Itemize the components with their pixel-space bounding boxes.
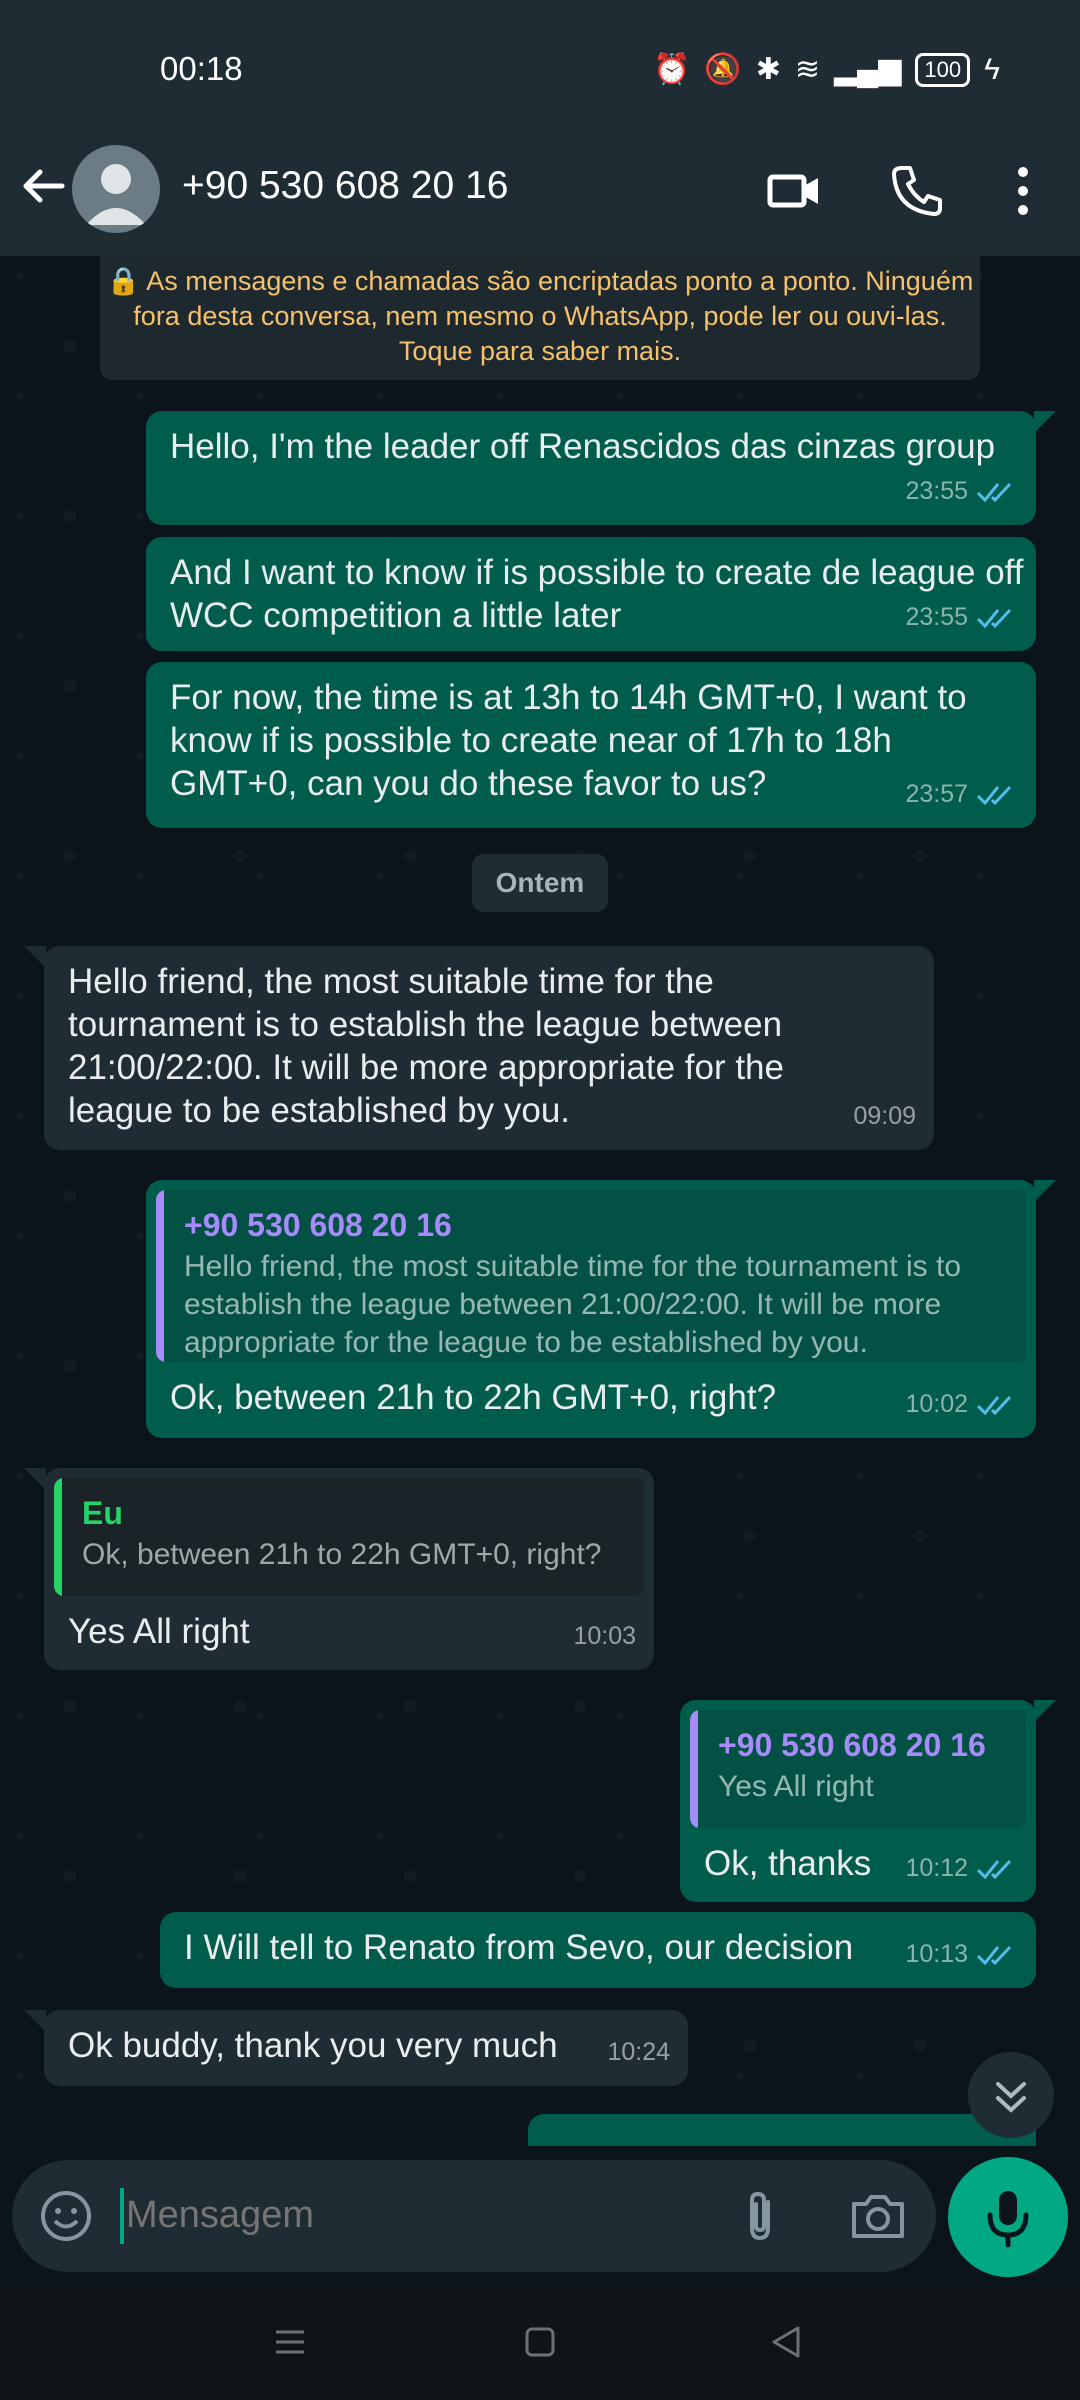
message-meta: 10:03 (573, 1615, 636, 1658)
mute-icon: 🔕 (704, 53, 742, 86)
message-time: 10:24 (607, 2038, 670, 2066)
encryption-notice[interactable]: 🔒 As mensagens e chamadas são encriptada… (100, 256, 980, 380)
default-avatar-icon (86, 164, 146, 225)
contact-name[interactable]: +90 530 608 20 16 (182, 164, 508, 208)
message-time: 10:12 (905, 1854, 968, 1882)
message-text: Ok, between 21h to 22h GMT+0, right? (170, 1378, 777, 1417)
read-ticks-icon (976, 1395, 1012, 1415)
bluetooth-icon: ✱ (755, 53, 781, 86)
message-time: 23:55 (905, 477, 968, 505)
read-ticks-icon (976, 482, 1012, 502)
message-time: 10:02 (905, 1390, 968, 1418)
more-options-icon[interactable] (994, 162, 1052, 220)
incoming-message[interactable]: Ok buddy, thank you very much 10:24 (24, 2010, 688, 2086)
chat-area[interactable]: 🔒 As mensagens e chamadas são encriptada… (0, 256, 1080, 2146)
outgoing-message[interactable]: For now, the time is at 13h to 14h GMT+0… (146, 662, 1036, 828)
read-ticks-icon (976, 785, 1012, 805)
message-input[interactable] (124, 2184, 688, 2246)
quote-bar (690, 1710, 698, 1828)
video-call-icon[interactable] (766, 162, 824, 220)
quote-text: Yes All right (718, 1770, 874, 1803)
system-nav-bar (0, 2288, 1080, 2400)
message-text: Yes All right (68, 1612, 250, 1651)
quote-bar (54, 1478, 62, 1596)
message-composer (12, 2160, 936, 2272)
message-text: Hello, I'm the leader off Renascidos das… (170, 427, 996, 466)
message-meta: 10:02 (905, 1383, 1018, 1426)
mic-icon (987, 2191, 1029, 2248)
message-meta: 10:13 (905, 1933, 1018, 1976)
message-meta: 10:24 (607, 2031, 670, 2074)
outgoing-reply-message[interactable]: +90 530 608 20 16 Hello friend, the most… (146, 1180, 1056, 1438)
avatar[interactable] (72, 145, 160, 233)
status-time: 00:18 (160, 50, 243, 87)
message-text: Ok buddy, thank you very much (68, 2026, 558, 2065)
message-time: 23:55 (905, 603, 968, 631)
quoted-message[interactable]: +90 530 608 20 16 Yes All right (690, 1710, 1026, 1828)
recents-icon[interactable] (270, 2322, 310, 2362)
read-ticks-icon (976, 608, 1012, 628)
emoji-icon[interactable] (38, 2188, 94, 2244)
scroll-down-icon (996, 2082, 1026, 2113)
outgoing-message[interactable]: And I want to know if is possible to cre… (146, 537, 1036, 651)
status-bar: 00:18 ⏰ 🔕 ✱ ≋ ▂▄▆ 100 ϟ (0, 0, 1080, 140)
quote-bar (156, 1190, 164, 1362)
voice-message-button[interactable] (948, 2157, 1068, 2277)
message-text: Hello friend, the most suitable time for… (68, 962, 784, 1130)
outgoing-message[interactable]: Hello, I'm the leader off Renascidos das… (146, 411, 1056, 525)
message-text: I Will tell to Renato from Sevo, our dec… (184, 1928, 854, 1967)
incoming-reply-message[interactable]: Eu Ok, between 21h to 22h GMT+0, right? … (24, 1468, 654, 1670)
message-meta: 09:09 (853, 1095, 916, 1138)
nav-back-icon[interactable] (766, 2322, 806, 2362)
message-time: 10:13 (905, 1940, 968, 1968)
message-meta: 23:57 (905, 773, 1018, 816)
chat-header: +90 530 608 20 16 (0, 140, 1080, 256)
message-text: For now, the time is at 13h to 14h GMT+0… (170, 678, 967, 803)
message-time: 10:03 (573, 1622, 636, 1650)
message-meta: 10:12 (905, 1847, 1018, 1890)
message-text: Ok, thanks (704, 1844, 872, 1883)
battery-indicator: 100 (915, 52, 971, 87)
quote-author: +90 530 608 20 16 (718, 1727, 986, 1763)
quote-text: Hello friend, the most suitable time for… (184, 1250, 962, 1359)
status-icons: ⏰ 🔕 ✱ ≋ ▂▄▆ 100 ϟ (653, 52, 1000, 87)
wifi-icon: ≋ (794, 53, 820, 86)
read-ticks-icon (976, 1945, 1012, 1965)
quote-text: Ok, between 21h to 22h GMT+0, right? (82, 1538, 602, 1571)
outgoing-message-partial[interactable] (528, 2114, 1036, 2146)
read-ticks-icon (976, 1859, 1012, 1879)
attach-icon[interactable] (732, 2186, 788, 2246)
camera-icon[interactable] (848, 2186, 908, 2246)
incoming-message[interactable]: Hello friend, the most suitable time for… (24, 946, 934, 1150)
message-meta: 23:55 (905, 596, 1018, 639)
phone-icon[interactable] (888, 162, 946, 220)
scroll-down-button[interactable] (968, 2052, 1054, 2138)
charging-icon: ϟ (984, 52, 1000, 86)
outgoing-reply-message[interactable]: +90 530 608 20 16 Yes All right Ok, than… (680, 1700, 1056, 1902)
home-icon[interactable] (520, 2322, 560, 2362)
quoted-message[interactable]: Eu Ok, between 21h to 22h GMT+0, right? (54, 1478, 644, 1596)
message-time: 23:57 (905, 780, 968, 808)
date-separator: Ontem (472, 854, 608, 912)
outgoing-message[interactable]: I Will tell to Renato from Sevo, our dec… (160, 1912, 1036, 1988)
quote-author: +90 530 608 20 16 (184, 1207, 452, 1243)
alarm-icon: ⏰ (652, 53, 691, 86)
back-arrow-icon[interactable] (18, 160, 70, 212)
message-meta: 23:55 (905, 470, 1018, 513)
quote-author: Eu (82, 1495, 123, 1531)
signal-icon: ▂▄▆ (833, 53, 902, 86)
message-time: 09:09 (853, 1102, 916, 1130)
message-text: And I want to know if is possible to cre… (170, 553, 1024, 635)
quoted-message[interactable]: +90 530 608 20 16 Hello friend, the most… (156, 1190, 1026, 1362)
